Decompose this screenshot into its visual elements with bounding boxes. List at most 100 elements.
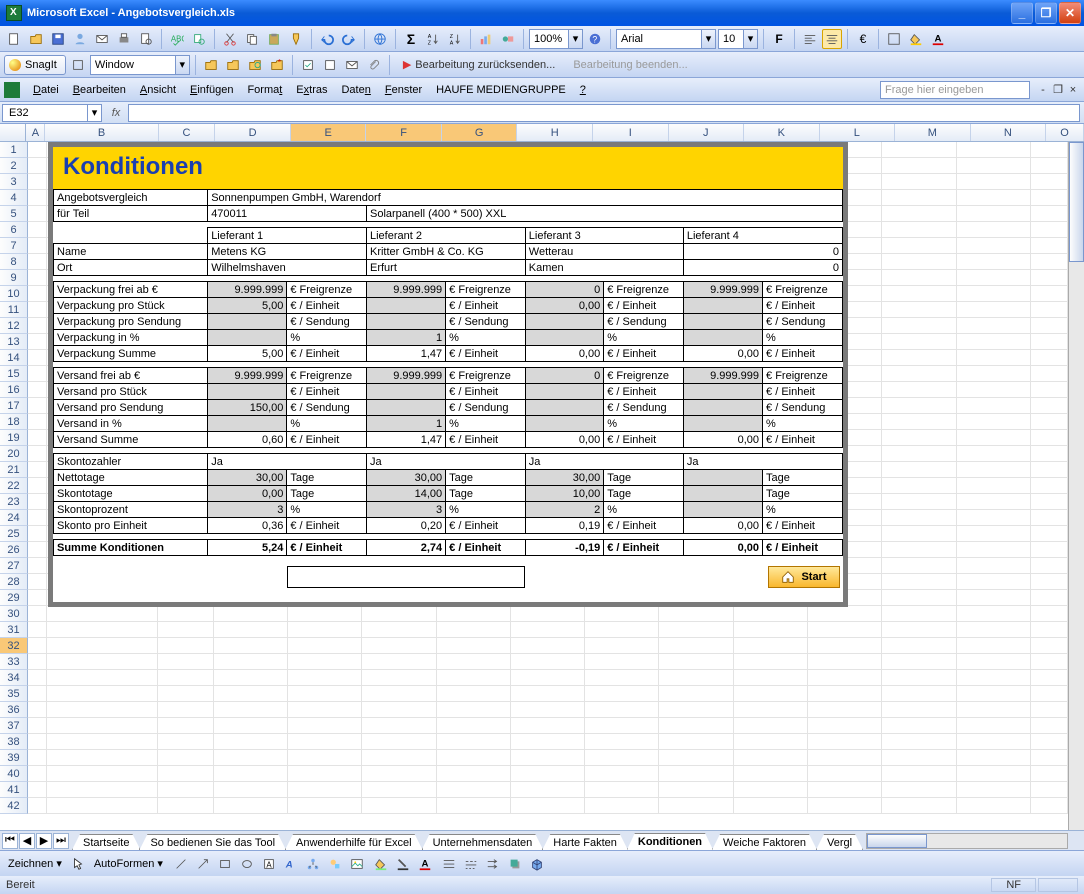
redo-icon[interactable] <box>339 29 359 49</box>
zoom-combo[interactable]: 100%▾ <box>529 29 583 49</box>
row-header-30[interactable]: 30 <box>0 606 28 622</box>
snagit-button[interactable]: SnagIt <box>4 55 66 75</box>
envelope-icon[interactable] <box>342 55 362 75</box>
skonto-3[interactable]: Ja <box>525 454 683 470</box>
col-header-I[interactable]: I <box>593 124 669 141</box>
row-header-40[interactable]: 40 <box>0 766 28 782</box>
insert-picture-icon[interactable] <box>347 854 367 874</box>
col-header-O[interactable]: O <box>1046 124 1084 141</box>
row-header-38[interactable]: 38 <box>0 734 28 750</box>
line-icon[interactable] <box>171 854 191 874</box>
row-header-20[interactable]: 20 <box>0 446 28 462</box>
dash-style-icon[interactable] <box>461 854 481 874</box>
row-header-26[interactable]: 26 <box>0 542 28 558</box>
copy-icon[interactable] <box>242 29 262 49</box>
task-icon[interactable] <box>298 55 318 75</box>
table-cell[interactable] <box>683 298 762 314</box>
borders-icon[interactable] <box>884 29 904 49</box>
sheet-tab[interactable]: Weiche Faktoren <box>712 834 817 850</box>
row-header-11[interactable]: 11 <box>0 302 28 318</box>
table-cell[interactable] <box>208 384 287 400</box>
start-button[interactable]: Start <box>768 566 839 588</box>
row-header-22[interactable]: 22 <box>0 478 28 494</box>
fill-color-icon[interactable] <box>906 29 926 49</box>
row-header-7[interactable]: 7 <box>0 238 28 254</box>
angebot-value[interactable]: Sonnenpumpen GmbH, Warendorf <box>208 190 843 206</box>
row-header-14[interactable]: 14 <box>0 350 28 366</box>
font-size-combo[interactable]: 10▾ <box>718 29 758 49</box>
drawing-icon[interactable] <box>498 29 518 49</box>
row-header-13[interactable]: 13 <box>0 334 28 350</box>
table-cell[interactable] <box>683 384 762 400</box>
table-cell[interactable] <box>683 314 762 330</box>
window-minimize-button[interactable]: _ <box>1011 2 1033 24</box>
textbox-icon[interactable]: A <box>259 854 279 874</box>
mail-icon[interactable] <box>92 29 112 49</box>
fill-color-draw-icon[interactable] <box>371 854 391 874</box>
select-all-corner[interactable] <box>0 124 26 141</box>
table-cell[interactable] <box>683 470 762 486</box>
cut-icon[interactable] <box>220 29 240 49</box>
teil-part[interactable]: 470011 <box>208 206 367 222</box>
row-header-6[interactable]: 6 <box>0 222 28 238</box>
col-header-M[interactable]: M <box>895 124 971 141</box>
table-cell[interactable] <box>366 384 445 400</box>
font-name-combo[interactable]: Arial▾ <box>616 29 716 49</box>
table-cell[interactable]: 30,00 <box>366 470 445 486</box>
row-header-37[interactable]: 37 <box>0 718 28 734</box>
col-header-N[interactable]: N <box>971 124 1047 141</box>
col-header-D[interactable]: D <box>215 124 291 141</box>
align-center-icon[interactable] <box>822 29 842 49</box>
row-header-34[interactable]: 34 <box>0 670 28 686</box>
paste-icon[interactable] <box>264 29 284 49</box>
table-cell[interactable]: 3 <box>208 502 287 518</box>
research-icon[interactable] <box>189 29 209 49</box>
skonto-4[interactable]: Ja <box>683 454 842 470</box>
ort-4[interactable]: 0 <box>683 260 842 276</box>
oval-icon[interactable] <box>237 854 257 874</box>
align-left-icon[interactable] <box>800 29 820 49</box>
col-header-H[interactable]: H <box>517 124 593 141</box>
col-header-K[interactable]: K <box>744 124 820 141</box>
skonto-1[interactable]: Ja <box>208 454 367 470</box>
table-cell[interactable]: 30,00 <box>208 470 287 486</box>
col-header-A[interactable]: A <box>26 124 45 141</box>
help-icon[interactable]: ? <box>585 29 605 49</box>
folder-new-icon[interactable]: * <box>267 55 287 75</box>
table-cell[interactable]: 10,00 <box>525 486 603 502</box>
folder1-icon[interactable] <box>201 55 221 75</box>
snagit-config-icon[interactable] <box>68 55 88 75</box>
row-header-35[interactable]: 35 <box>0 686 28 702</box>
zeichnen-menu[interactable]: Zeichnen ▾ <box>4 857 66 870</box>
save-icon[interactable] <box>48 29 68 49</box>
table-cell[interactable] <box>208 314 287 330</box>
col-header-C[interactable]: C <box>159 124 216 141</box>
table-cell[interactable]: 0,00 <box>525 298 603 314</box>
col-header-L[interactable]: L <box>820 124 896 141</box>
table-cell[interactable] <box>525 400 603 416</box>
sheet-tab[interactable]: Harte Fakten <box>542 834 628 850</box>
name-3[interactable]: Wetterau <box>525 244 683 260</box>
row-header-1[interactable]: 1 <box>0 142 28 158</box>
table-cell[interactable]: 2 <box>525 502 603 518</box>
currency-icon[interactable]: € <box>853 29 873 49</box>
name-box[interactable]: E32▾ <box>2 104 102 122</box>
ask-question-input[interactable]: Frage hier eingeben <box>880 81 1030 99</box>
review-toggle-icon[interactable] <box>320 55 340 75</box>
col-header-G[interactable]: G <box>442 124 518 141</box>
row-header-33[interactable]: 33 <box>0 654 28 670</box>
table-cell[interactable] <box>525 314 603 330</box>
bold-icon[interactable]: F <box>769 29 789 49</box>
row-header-5[interactable]: 5 <box>0 206 28 222</box>
sheet-tab[interactable]: So bedienen Sie das Tool <box>139 834 286 850</box>
folder-refresh-icon[interactable] <box>245 55 265 75</box>
wordart-icon[interactable]: A <box>281 854 301 874</box>
row-header-32[interactable]: 32 <box>0 638 28 654</box>
row-header-19[interactable]: 19 <box>0 430 28 446</box>
table-cell[interactable] <box>525 384 603 400</box>
table-cell[interactable]: 0 <box>525 368 603 384</box>
row-header-23[interactable]: 23 <box>0 494 28 510</box>
format-painter-icon[interactable] <box>286 29 306 49</box>
table-cell[interactable]: 1 <box>366 330 445 346</box>
row-header-8[interactable]: 8 <box>0 254 28 270</box>
